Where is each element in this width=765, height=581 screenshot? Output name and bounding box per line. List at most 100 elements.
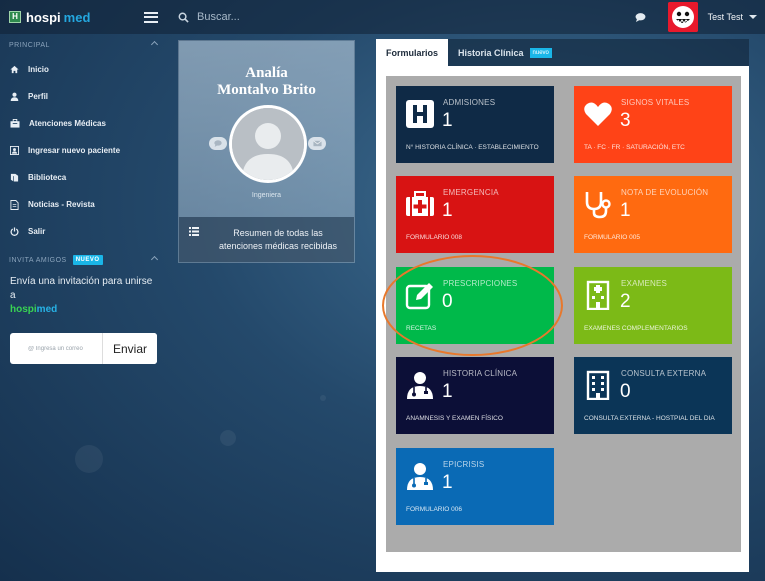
sidebar-item-ingresar-paciente[interactable]: Ingresar nuevo paciente <box>0 137 166 164</box>
profile-first-name: Analía <box>245 65 288 81</box>
tile-count: 1 <box>442 200 453 221</box>
tile-nota-evolucion[interactable]: NOTA DE EVOLUCIÓN 1 FORMULARIO 005 <box>574 176 732 253</box>
sidebar-section-invite[interactable]: INVITA AMIGOS NUEVO <box>0 249 166 271</box>
background-bokeh <box>220 430 236 446</box>
profile-summary-link[interactable]: Resumen de todas las atenciones médicas … <box>179 217 354 262</box>
tile-title: EXAMENES <box>621 279 668 288</box>
tile-title: ADMISIONES <box>443 98 496 107</box>
tile-title: EPICRISIS <box>443 460 485 469</box>
sidebar-section-title: INVITA AMIGOS <box>9 256 67 264</box>
chevron-up-icon[interactable] <box>150 40 159 49</box>
top-bar: H hospi med Test Test <box>0 0 765 34</box>
brand: H hospi med <box>0 0 166 34</box>
profile-last-name: Montalvo Brito <box>217 82 316 98</box>
brand-name[interactable]: hospi <box>26 10 61 25</box>
tile-subtitle: N° HISTORIA CLÍNICA · ESTABLECIMIENTO <box>406 144 539 151</box>
home-icon <box>10 65 19 74</box>
tile-title: NOTA DE EVOLUCIÓN <box>621 188 709 197</box>
sidebar-item-label: Biblioteca <box>28 173 67 182</box>
user-icon <box>10 92 19 101</box>
tile-count: 1 <box>442 381 453 402</box>
stethoscope-icon <box>585 192 611 219</box>
sidebar: PRINCIPAL Inicio Perfil Atenciones Médic… <box>0 34 166 581</box>
tile-consulta-externa[interactable]: CONSULTA EXTERNA 0 CONSULTA EXTERNA - HO… <box>574 357 732 434</box>
tile-examenes[interactable]: EXAMENES 2 EXAMENES COMPLEMENTARIOS <box>574 267 732 344</box>
tile-title: SIGNOS VITALES <box>621 98 690 107</box>
hospital-icon <box>406 100 434 128</box>
invite-brand: hospi <box>10 304 37 315</box>
book-icon <box>10 173 19 182</box>
profile-avatar[interactable] <box>229 105 307 183</box>
profile-header: Analía Montalvo Brito Ingeniera <box>179 41 354 217</box>
email-button[interactable] <box>308 137 326 150</box>
sidebar-item-label: Noticias - Revista <box>28 200 95 209</box>
avatar-placeholder-icon <box>232 108 304 180</box>
tile-title: EMERGENCIA <box>443 188 499 197</box>
profile-role: Ingeniera <box>251 192 282 199</box>
message-button[interactable] <box>209 137 227 150</box>
search-bar <box>166 0 497 34</box>
user-menu-caret-icon[interactable] <box>749 15 757 19</box>
sidebar-section-title: PRINCIPAL <box>9 41 50 49</box>
chat-icon[interactable] <box>632 8 650 26</box>
brand-logo-icon: H <box>9 11 21 23</box>
invite-email-input[interactable] <box>10 333 102 364</box>
profile-card: Analía Montalvo Brito Ingeniera Resumen … <box>178 40 355 263</box>
sidebar-item-label: Perfil <box>28 92 49 101</box>
invite-form: Enviar <box>10 333 157 364</box>
search-input[interactable] <box>197 11 497 23</box>
tile-signos-vitales[interactable]: SIGNOS VITALES 3 TA · FC · FR · SATURACI… <box>574 86 732 163</box>
tile-count: 2 <box>620 291 631 312</box>
highlight-annotation <box>382 255 563 356</box>
tab-formularios[interactable]: Formularios <box>376 39 449 66</box>
tile-subtitle: ANAMNESIS Y EXAMEN FÍSICO <box>406 415 503 422</box>
first-aid-kit-icon <box>406 191 434 216</box>
mail-icon <box>312 140 322 147</box>
sidebar-item-label: Salir <box>28 227 46 236</box>
tile-admisiones[interactable]: ADMISIONES 1 N° HISTORIA CLÍNICA · ESTAB… <box>396 86 554 163</box>
new-badge: nuevo <box>529 47 552 58</box>
chevron-up-icon[interactable] <box>150 255 159 264</box>
tile-count: 0 <box>620 381 631 402</box>
tab-label: Formularios <box>386 47 439 58</box>
brand-name-suffix[interactable]: med <box>64 10 91 25</box>
briefcase-icon <box>10 119 20 128</box>
sidebar-item-label: Inicio <box>28 65 49 74</box>
sidebar-section-principal[interactable]: PRINCIPAL <box>0 34 166 56</box>
tile-subtitle: EXAMENES COMPLEMENTARIOS <box>584 325 688 332</box>
list-icon <box>189 227 199 236</box>
sidebar-item-biblioteca[interactable]: Biblioteca <box>0 164 166 191</box>
menu-toggle-icon[interactable] <box>144 11 158 23</box>
send-invite-button[interactable]: Enviar <box>102 333 157 364</box>
tile-title: CONSULTA EXTERNA <box>621 369 707 378</box>
tile-epicrisis[interactable]: EPICRISIS 1 FORMULARIO 006 <box>396 448 554 525</box>
sidebar-item-inicio[interactable]: Inicio <box>0 56 166 83</box>
tile-historia-clinica[interactable]: HISTORIA CLÍNICA 1 ANAMNESIS Y EXAMEN FÍ… <box>396 357 554 434</box>
tile-count: 3 <box>620 110 631 131</box>
sidebar-item-atenciones-medicas[interactable]: Atenciones Médicas <box>0 110 166 137</box>
add-patient-icon <box>10 146 19 155</box>
sidebar-item-noticias[interactable]: Noticias - Revista <box>0 191 166 218</box>
building-icon <box>586 370 610 400</box>
heart-icon <box>584 102 612 126</box>
tile-count: 1 <box>442 110 453 131</box>
user-area: Test Test <box>632 0 765 34</box>
doctor-icon <box>407 463 433 490</box>
news-icon <box>10 199 19 210</box>
new-badge: NUEVO <box>72 255 103 265</box>
profile-summary-text: Resumen de todas las atenciones médicas … <box>218 228 338 251</box>
user-avatar[interactable] <box>667 2 698 32</box>
tile-subtitle: CONSULTA EXTERNA - HOSTPIAL DEL DIA <box>584 415 715 422</box>
background-bokeh <box>320 395 326 401</box>
sidebar-item-perfil[interactable]: Perfil <box>0 83 166 110</box>
profile-name: Analía Montalvo Brito <box>179 41 354 99</box>
tile-count: 1 <box>442 472 453 493</box>
sidebar-item-label: Ingresar nuevo paciente <box>28 146 121 155</box>
tab-historia-clinica[interactable]: Historia Clínica nuevo <box>448 39 562 66</box>
sidebar-item-salir[interactable]: Salir <box>0 218 166 245</box>
user-name[interactable]: Test Test <box>708 12 743 22</box>
tile-emergencia[interactable]: EMERGENCIA 1 FORMULARIO 008 <box>396 176 554 253</box>
power-icon <box>10 227 19 236</box>
tile-title: HISTORIA CLÍNICA <box>443 369 518 378</box>
search-icon <box>178 12 189 23</box>
